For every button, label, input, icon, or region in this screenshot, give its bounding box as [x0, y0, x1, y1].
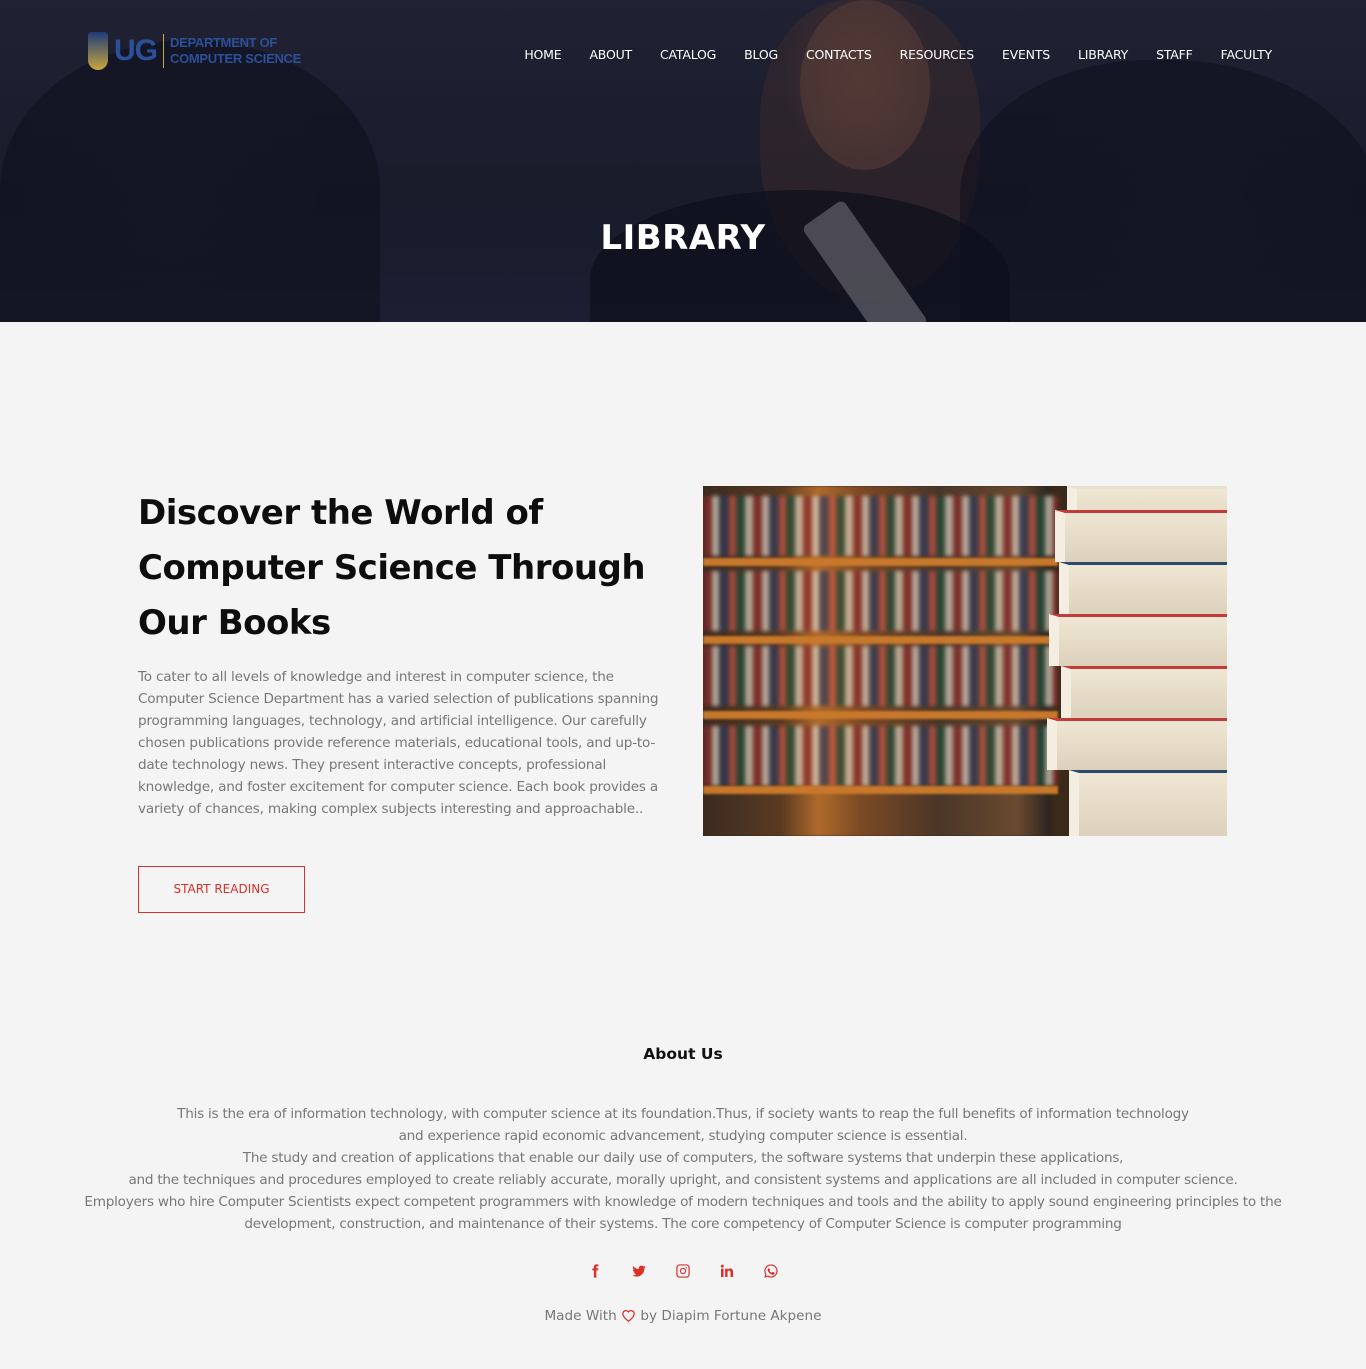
stacked-book	[1047, 718, 1227, 770]
page-title: LIBRARY	[600, 218, 766, 258]
nav-staff[interactable]: STAFF	[1156, 47, 1193, 62]
heart-icon	[621, 1308, 636, 1326]
library-bookshelf-image	[703, 486, 1227, 836]
site-logo[interactable]: UG DEPARTMENT OF COMPUTER SCIENCE	[88, 32, 301, 70]
about-us-text: This is the era of information technolog…	[0, 1103, 1366, 1235]
crest-icon	[88, 32, 108, 70]
logo-short: UG	[114, 34, 158, 67]
blurred-books-row	[703, 571, 1058, 631]
heading-line-1: Discover the World of	[138, 493, 543, 533]
blurred-books-row	[703, 726, 1058, 786]
logo-line-2: COMPUTER SCIENCE	[170, 51, 301, 66]
facebook-icon[interactable]	[585, 1261, 605, 1281]
shelf-board	[703, 558, 1058, 566]
stacked-book	[1049, 614, 1227, 666]
about-line: and the techniques and procedures employ…	[128, 1172, 1238, 1188]
nav-contacts[interactable]: CONTACTS	[806, 47, 872, 62]
nav-library[interactable]: LIBRARY	[1078, 47, 1128, 62]
shelf-board	[703, 711, 1058, 719]
nav-resources[interactable]: RESOURCES	[900, 47, 975, 62]
blurred-books-row	[703, 496, 1058, 556]
nav-home[interactable]: HOME	[524, 47, 561, 62]
section-description: To cater to all levels of knowledge and …	[138, 669, 659, 817]
stacked-book	[1069, 770, 1227, 836]
nav-about[interactable]: ABOUT	[589, 47, 632, 62]
nav-catalog[interactable]: CATALOG	[660, 47, 716, 62]
whatsapp-icon[interactable]	[761, 1261, 781, 1281]
hero-banner: UG DEPARTMENT OF COMPUTER SCIENCE HOME A…	[0, 0, 1366, 322]
about-line: Employers who hire Computer Scientists e…	[84, 1194, 1282, 1210]
nav-events[interactable]: EVENTS	[1002, 47, 1050, 62]
stacked-book	[1055, 510, 1227, 562]
nav-blog[interactable]: BLOG	[744, 47, 778, 62]
twitter-icon[interactable]	[629, 1261, 649, 1281]
author-credit: by Diapim Fortune Akpene	[640, 1308, 822, 1324]
logo-line-1: DEPARTMENT OF	[170, 35, 278, 50]
heading-line-2: Computer Science Through	[138, 548, 646, 588]
about-line: The study and creation of applications t…	[242, 1150, 1124, 1166]
stacked-book	[1061, 666, 1227, 718]
blurred-books-row	[703, 646, 1058, 706]
main-nav: HOME ABOUT CATALOG BLOG CONTACTS RESOURC…	[496, 47, 1272, 62]
shelf-board	[703, 786, 1058, 794]
logo-divider	[163, 34, 164, 68]
instagram-icon[interactable]	[673, 1261, 693, 1281]
about-line: development, construction, and maintenan…	[244, 1216, 1122, 1232]
book-stack	[1047, 486, 1227, 836]
nav-faculty[interactable]: FACULTY	[1221, 47, 1273, 62]
start-reading-button[interactable]: START READING	[138, 866, 305, 913]
about-us-title: About Us	[643, 1045, 723, 1063]
footer-credit: Made With by Diapim Fortune Akpene	[0, 1308, 1366, 1326]
stacked-book	[1059, 562, 1227, 614]
heading-line-3: Our Books	[138, 603, 331, 643]
linkedin-icon[interactable]	[717, 1261, 737, 1281]
section-heading: Discover the World of Computer Science T…	[138, 486, 678, 651]
about-line: This is the era of information technolog…	[177, 1106, 1189, 1122]
about-line: and experience rapid economic advancemen…	[398, 1128, 968, 1144]
made-with-text: Made With	[544, 1308, 617, 1324]
logo-text: DEPARTMENT OF COMPUTER SCIENCE	[170, 35, 301, 67]
shelf-board	[703, 636, 1058, 644]
social-links	[0, 1261, 1366, 1281]
